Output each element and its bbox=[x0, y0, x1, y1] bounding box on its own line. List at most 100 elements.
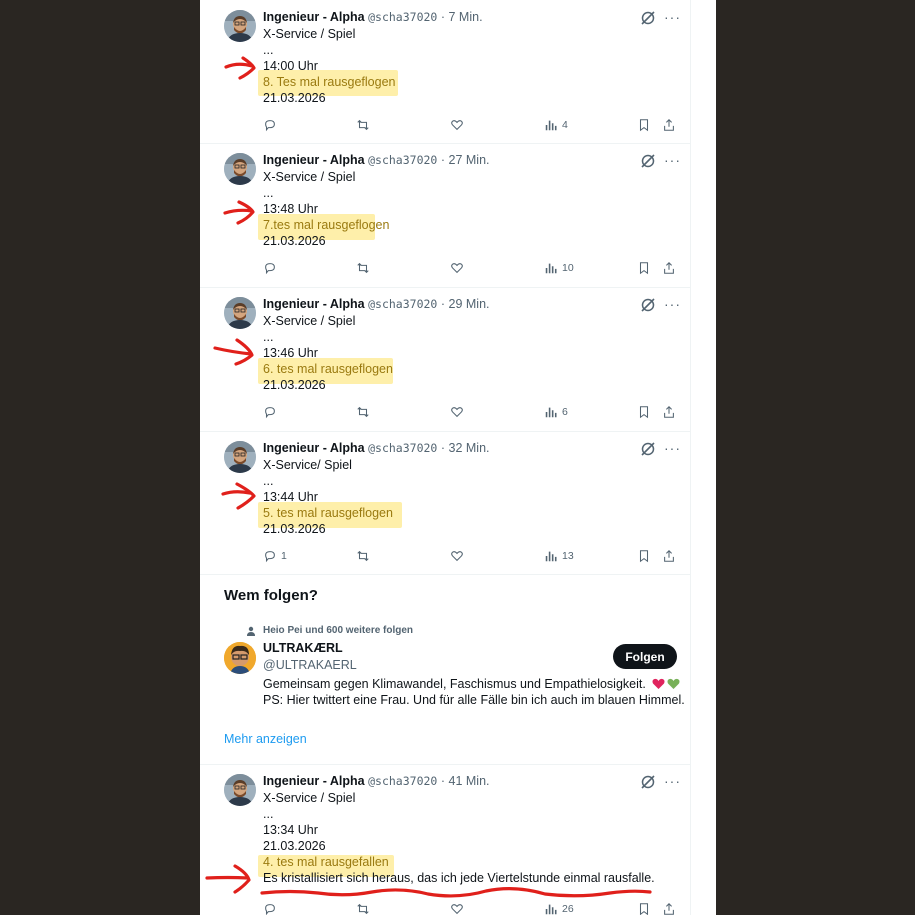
author-avatar[interactable] bbox=[224, 441, 256, 473]
tweet-time[interactable]: 32 Min. bbox=[449, 441, 490, 455]
tweet-text: X-Service/ Spiel... 13:44 Uhr 5. tes mal r… bbox=[263, 457, 393, 537]
tweet-ellipsis: ... bbox=[263, 330, 274, 344]
share-button[interactable] bbox=[662, 901, 676, 915]
more-icon[interactable]: ··· bbox=[664, 10, 680, 28]
share-button[interactable] bbox=[662, 260, 676, 276]
show-more-link[interactable]: Mehr anzeigen bbox=[224, 732, 307, 746]
views-button[interactable]: 10 bbox=[544, 260, 574, 276]
author-name[interactable]: Ingenieur - Alpha bbox=[263, 297, 365, 311]
recommended-name[interactable]: ULTRAKÆRL bbox=[263, 641, 343, 655]
like-button[interactable] bbox=[450, 260, 464, 276]
bookmark-button[interactable] bbox=[637, 260, 651, 276]
reply-button[interactable] bbox=[263, 404, 281, 420]
tweet[interactable]: Ingenieur - Alpha @scha37020 · 29 Min. ·… bbox=[200, 287, 690, 432]
share-button[interactable] bbox=[662, 548, 676, 564]
author-avatar[interactable] bbox=[224, 297, 256, 329]
follow-button[interactable]: Folgen bbox=[613, 644, 677, 669]
tweet-header: Ingenieur - Alpha @scha37020 · 41 Min. bbox=[263, 774, 490, 788]
recommended-bio: Gemeinsam gegen Klimawandel, Faschismus … bbox=[263, 676, 685, 708]
share-button[interactable] bbox=[662, 404, 676, 420]
author-name[interactable]: Ingenieur - Alpha bbox=[263, 774, 365, 788]
retweet-icon bbox=[356, 405, 370, 419]
tweet-time[interactable]: 41 Min. bbox=[449, 774, 490, 788]
more-icon[interactable]: ··· bbox=[664, 441, 680, 459]
reply-icon bbox=[263, 118, 277, 132]
recommended-handle[interactable]: @ULTRAKAERL bbox=[263, 658, 357, 672]
tweet-app-line: X-Service / Spiel bbox=[263, 791, 356, 805]
author-name[interactable]: Ingenieur - Alpha bbox=[263, 153, 365, 167]
author-name[interactable]: Ingenieur - Alpha bbox=[263, 10, 365, 24]
bookmark-button[interactable] bbox=[637, 901, 651, 915]
grok-icon[interactable] bbox=[640, 297, 656, 313]
like-icon bbox=[450, 902, 464, 915]
tweet-time[interactable]: 7 Min. bbox=[449, 10, 483, 24]
author-handle[interactable]: @scha37020 bbox=[368, 297, 437, 311]
author-name[interactable]: Ingenieur - Alpha bbox=[263, 441, 365, 455]
views-button[interactable]: 13 bbox=[544, 548, 574, 564]
retweet-button[interactable] bbox=[356, 548, 370, 564]
tweet-count-text: 5. tes mal rausgeflogen bbox=[263, 506, 393, 520]
recommended-avatar[interactable] bbox=[224, 642, 256, 674]
like-button[interactable] bbox=[450, 404, 464, 420]
tweet-time[interactable]: 27 Min. bbox=[449, 153, 490, 167]
author-avatar[interactable] bbox=[224, 774, 256, 806]
retweet-icon bbox=[356, 261, 370, 275]
tweet[interactable]: Ingenieur - Alpha @scha37020 · 27 Min. ·… bbox=[200, 143, 690, 288]
views-button[interactable]: 6 bbox=[544, 404, 568, 420]
more-icon[interactable]: ··· bbox=[664, 774, 680, 792]
views-icon bbox=[544, 405, 558, 419]
share-button[interactable] bbox=[662, 117, 676, 133]
author-handle[interactable]: @scha37020 bbox=[368, 774, 437, 788]
tweet-clock: 13:44 Uhr bbox=[263, 490, 318, 504]
more-icon[interactable]: ··· bbox=[664, 297, 680, 315]
retweet-button[interactable] bbox=[356, 260, 370, 276]
more-icon[interactable]: ··· bbox=[664, 153, 680, 171]
grok-icon[interactable] bbox=[640, 774, 656, 790]
social-context: Heio Pei und 600 weitere folgen bbox=[263, 625, 414, 636]
reply-icon bbox=[263, 902, 277, 915]
tweet[interactable]: Ingenieur - Alpha @scha37020 · 32 Min. ·… bbox=[200, 431, 690, 575]
author-handle[interactable]: @scha37020 bbox=[368, 441, 437, 455]
retweet-button[interactable] bbox=[356, 901, 370, 915]
grok-icon[interactable] bbox=[640, 441, 656, 457]
author-avatar[interactable] bbox=[224, 153, 256, 185]
tweet[interactable]: Ingenieur - Alpha @scha37020 · 41 Min. ·… bbox=[200, 764, 690, 915]
views-button[interactable]: 26 bbox=[544, 901, 574, 915]
tweet-app-line: X-Service / Spiel bbox=[263, 170, 356, 184]
grok-icon[interactable] bbox=[640, 153, 656, 169]
like-button[interactable] bbox=[450, 548, 464, 564]
tweet-count-text: 4. tes mal rausgefallen bbox=[263, 855, 389, 869]
views-count: 26 bbox=[562, 903, 574, 915]
tweet-app-line: X-Service / Spiel bbox=[263, 314, 356, 328]
author-handle[interactable]: @scha37020 bbox=[368, 10, 437, 24]
like-button[interactable] bbox=[450, 117, 464, 133]
bookmark-button[interactable] bbox=[637, 117, 651, 133]
tweet-count-text: 8. Tes mal rausgeflogen bbox=[263, 75, 396, 89]
bookmark-button[interactable] bbox=[637, 404, 651, 420]
share-icon bbox=[662, 902, 676, 915]
retweet-button[interactable] bbox=[356, 117, 370, 133]
tweet-date: 21.03.2026 bbox=[263, 234, 326, 248]
reply-button[interactable] bbox=[263, 260, 281, 276]
author-handle[interactable]: @scha37020 bbox=[368, 153, 437, 167]
header-separator: · bbox=[440, 774, 446, 788]
bookmark-icon bbox=[637, 549, 651, 563]
views-button[interactable]: 4 bbox=[544, 117, 568, 133]
reply-button[interactable]: 1 bbox=[263, 548, 287, 564]
tweet[interactable]: Ingenieur - Alpha @scha37020 · 7 Min. ··… bbox=[200, 0, 690, 144]
like-icon bbox=[450, 405, 464, 419]
heart-green-icon bbox=[667, 678, 680, 689]
reply-button[interactable] bbox=[263, 117, 281, 133]
like-icon bbox=[450, 261, 464, 275]
retweet-button[interactable] bbox=[356, 404, 370, 420]
reply-button[interactable] bbox=[263, 901, 281, 915]
tweet-actions: 10 bbox=[263, 260, 683, 276]
tweet-time[interactable]: 29 Min. bbox=[449, 297, 490, 311]
views-count: 10 bbox=[562, 262, 574, 274]
tweet-text: X-Service / Spiel... 13:48 Uhr 7.tes mal r… bbox=[263, 169, 389, 249]
like-button[interactable] bbox=[450, 901, 464, 915]
grok-icon[interactable] bbox=[640, 10, 656, 26]
views-icon bbox=[544, 261, 558, 275]
author-avatar[interactable] bbox=[224, 10, 256, 42]
bookmark-button[interactable] bbox=[637, 548, 651, 564]
